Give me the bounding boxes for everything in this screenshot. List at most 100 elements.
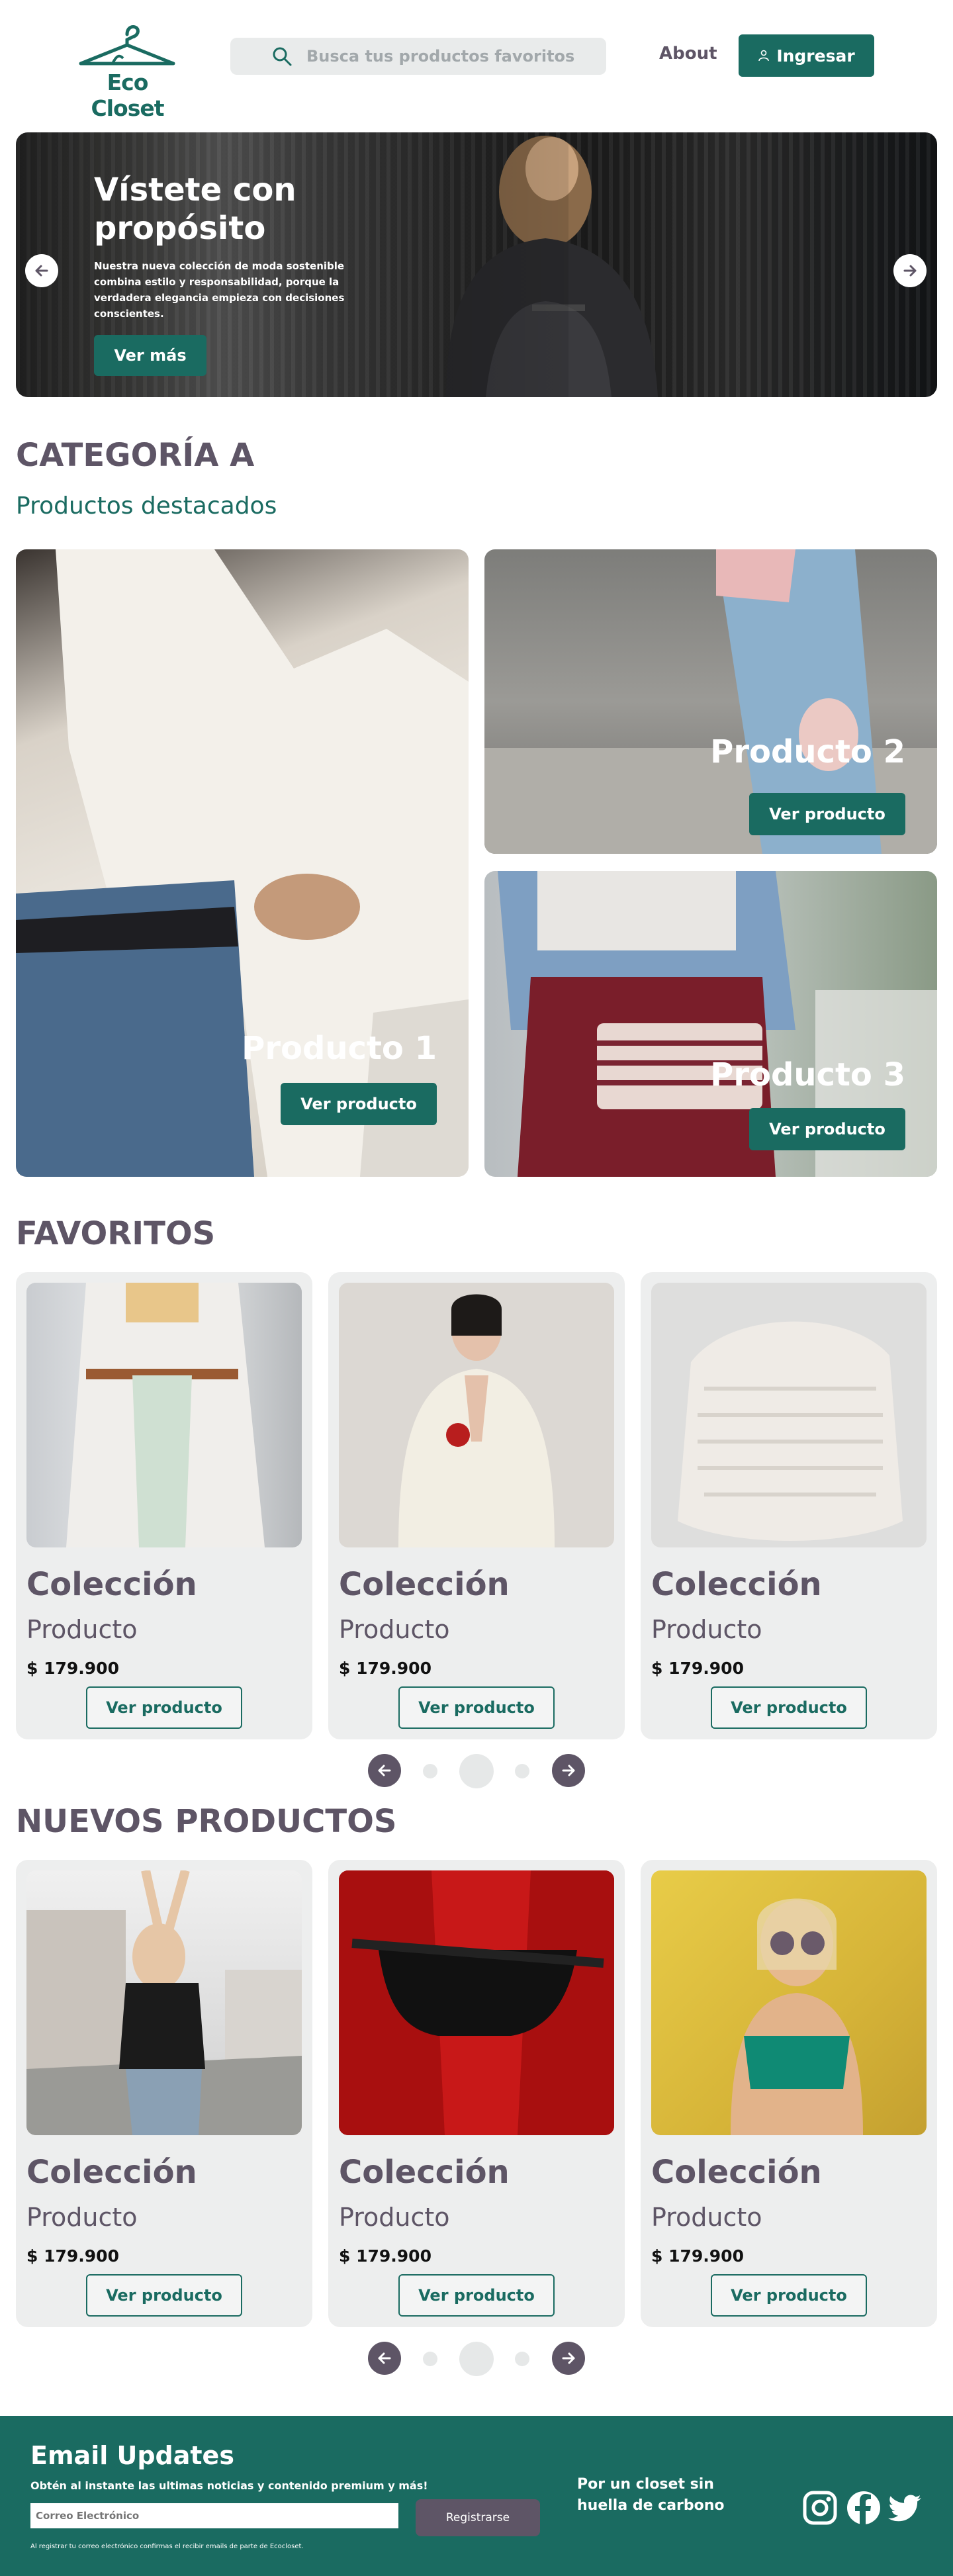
feature-card-2[interactable]: Producto 2 Ver producto [484, 549, 937, 854]
hero-banner: Vístete con propósito Nuestra nueva cole… [16, 132, 937, 397]
search-input[interactable] [306, 38, 591, 75]
arrow-left-icon [378, 1765, 391, 1776]
arrow-right-icon [562, 1765, 575, 1776]
feature-button-3[interactable]: Ver producto [749, 1108, 905, 1150]
hero-cta-button[interactable]: Ver más [94, 335, 206, 376]
carousel-dot[interactable] [515, 2352, 529, 2366]
hanger-icon [79, 24, 175, 66]
card-product: Producto [26, 2203, 138, 2232]
favorite-card: Colección Producto $ 179.900 Ver product… [328, 1272, 625, 1739]
favorites-title: FAVORITOS [16, 1215, 216, 1252]
card-product: Producto [339, 1615, 450, 1644]
product-image[interactable] [339, 1283, 614, 1547]
product-photo [398, 1294, 555, 1547]
card-price: $ 179.900 [26, 2246, 119, 2266]
favorite-card: Colección Producto $ 179.900 Ver product… [641, 1272, 937, 1739]
new-products-prev-button[interactable] [368, 2342, 401, 2375]
feature-card-3[interactable]: Producto 3 Ver producto [484, 871, 937, 1177]
login-label: Ingresar [776, 46, 855, 66]
search-icon [273, 47, 292, 66]
hero-description: Nuestra nueva colección de moda sostenib… [94, 260, 345, 320]
about-link[interactable]: About [659, 44, 717, 64]
new-product-card: Colección Producto $ 179.900 Ver product… [328, 1860, 625, 2327]
facebook-icon[interactable] [846, 2490, 882, 2526]
carousel-dot[interactable] [423, 2352, 437, 2366]
carousel-dot-active[interactable] [459, 2342, 494, 2376]
product-image[interactable] [651, 1870, 927, 2135]
card-product: Producto [339, 2203, 450, 2232]
product-photo [339, 1870, 614, 2135]
card-collection: Colección [26, 1566, 197, 1603]
card-product: Producto [651, 2203, 762, 2232]
arrow-right-icon [903, 265, 917, 277]
email-field[interactable] [30, 2503, 398, 2528]
product-image[interactable] [339, 1870, 614, 2135]
search-bar[interactable] [230, 38, 606, 75]
hero-next-button[interactable] [893, 254, 927, 287]
card-view-button[interactable]: Ver producto [711, 2274, 867, 2317]
hero-title: Vístete con propósito [94, 171, 296, 247]
carousel-dot-active[interactable] [459, 1754, 494, 1788]
card-view-button[interactable]: Ver producto [86, 1686, 242, 1729]
arrow-right-icon [562, 2352, 575, 2364]
card-price: $ 179.900 [651, 1659, 744, 1678]
instagram-icon[interactable] [802, 2490, 838, 2526]
footer-note: Al registrar tu correo electrónico confi… [30, 2543, 304, 2550]
card-price: $ 179.900 [339, 2246, 431, 2266]
card-collection: Colección [26, 2154, 197, 2191]
feature-button-2[interactable]: Ver producto [749, 793, 905, 835]
arrow-left-icon [378, 2352, 391, 2364]
new-products-next-button[interactable] [552, 2342, 585, 2375]
new-products-carousel-controls [0, 2340, 953, 2376]
card-price: $ 179.900 [651, 2246, 744, 2266]
carousel-dot[interactable] [423, 1764, 437, 1778]
twitter-icon[interactable] [887, 2490, 923, 2526]
card-price: $ 179.900 [26, 1659, 119, 1678]
feature-card-1[interactable]: Producto 1 Ver producto [16, 549, 469, 1177]
footer-subtitle: Obtén al instante las ultimas noticias y… [30, 2479, 428, 2492]
feature-name-2: Producto 2 [710, 733, 905, 770]
card-collection: Colección [339, 2154, 510, 2191]
favorites-prev-button[interactable] [368, 1754, 401, 1787]
favorites-carousel-controls [0, 1753, 953, 1788]
user-icon [758, 50, 770, 62]
register-button[interactable]: Registrarse [416, 2499, 540, 2536]
logo[interactable]: Eco Closet [73, 20, 182, 121]
footer: Email Updates Obtén al instante las ulti… [0, 2416, 953, 2576]
header: Eco Closet About Ingresar [0, 0, 953, 121]
feature-name-3: Producto 3 [710, 1056, 905, 1093]
favorites-next-button[interactable] [552, 1754, 585, 1787]
card-product: Producto [651, 1615, 762, 1644]
hero-prev-button[interactable] [25, 254, 58, 287]
feature-button-1[interactable]: Ver producto [281, 1083, 437, 1125]
card-price: $ 179.900 [339, 1659, 431, 1678]
card-view-button[interactable]: Ver producto [398, 1686, 555, 1729]
carousel-dot[interactable] [515, 1764, 529, 1778]
product-photo [678, 1321, 903, 1541]
product-photo [26, 1870, 302, 2135]
logo-text: Eco Closet [91, 69, 165, 121]
product-photo [731, 1898, 863, 2135]
product-image[interactable] [26, 1283, 302, 1547]
arrow-left-icon [35, 265, 48, 277]
card-collection: Colección [651, 2154, 822, 2191]
new-product-card: Colección Producto $ 179.900 Ver product… [641, 1860, 937, 2327]
feature-name-1: Producto 1 [242, 1030, 437, 1067]
favorite-card: Colección Producto $ 179.900 Ver product… [16, 1272, 312, 1739]
card-collection: Colección [651, 1566, 822, 1603]
category-title: CATEGORÍA A [16, 437, 255, 474]
card-view-button[interactable]: Ver producto [86, 2274, 242, 2317]
new-products-title: NUEVOS PRODUCTOS [16, 1803, 397, 1840]
card-view-button[interactable]: Ver producto [398, 2274, 555, 2317]
login-button[interactable]: Ingresar [739, 34, 874, 77]
product-photo [66, 1283, 265, 1547]
product-image[interactable] [651, 1283, 927, 1547]
card-view-button[interactable]: Ver producto [711, 1686, 867, 1729]
category-subtitle: Productos destacados [16, 492, 277, 520]
footer-title: Email Updates [30, 2441, 234, 2470]
footer-tagline: Por un closet sin huella de carbono [577, 2476, 725, 2514]
new-product-card: Colección Producto $ 179.900 Ver product… [16, 1860, 312, 2327]
card-product: Producto [26, 1615, 138, 1644]
card-collection: Colección [339, 1566, 510, 1603]
product-image[interactable] [26, 1870, 302, 2135]
